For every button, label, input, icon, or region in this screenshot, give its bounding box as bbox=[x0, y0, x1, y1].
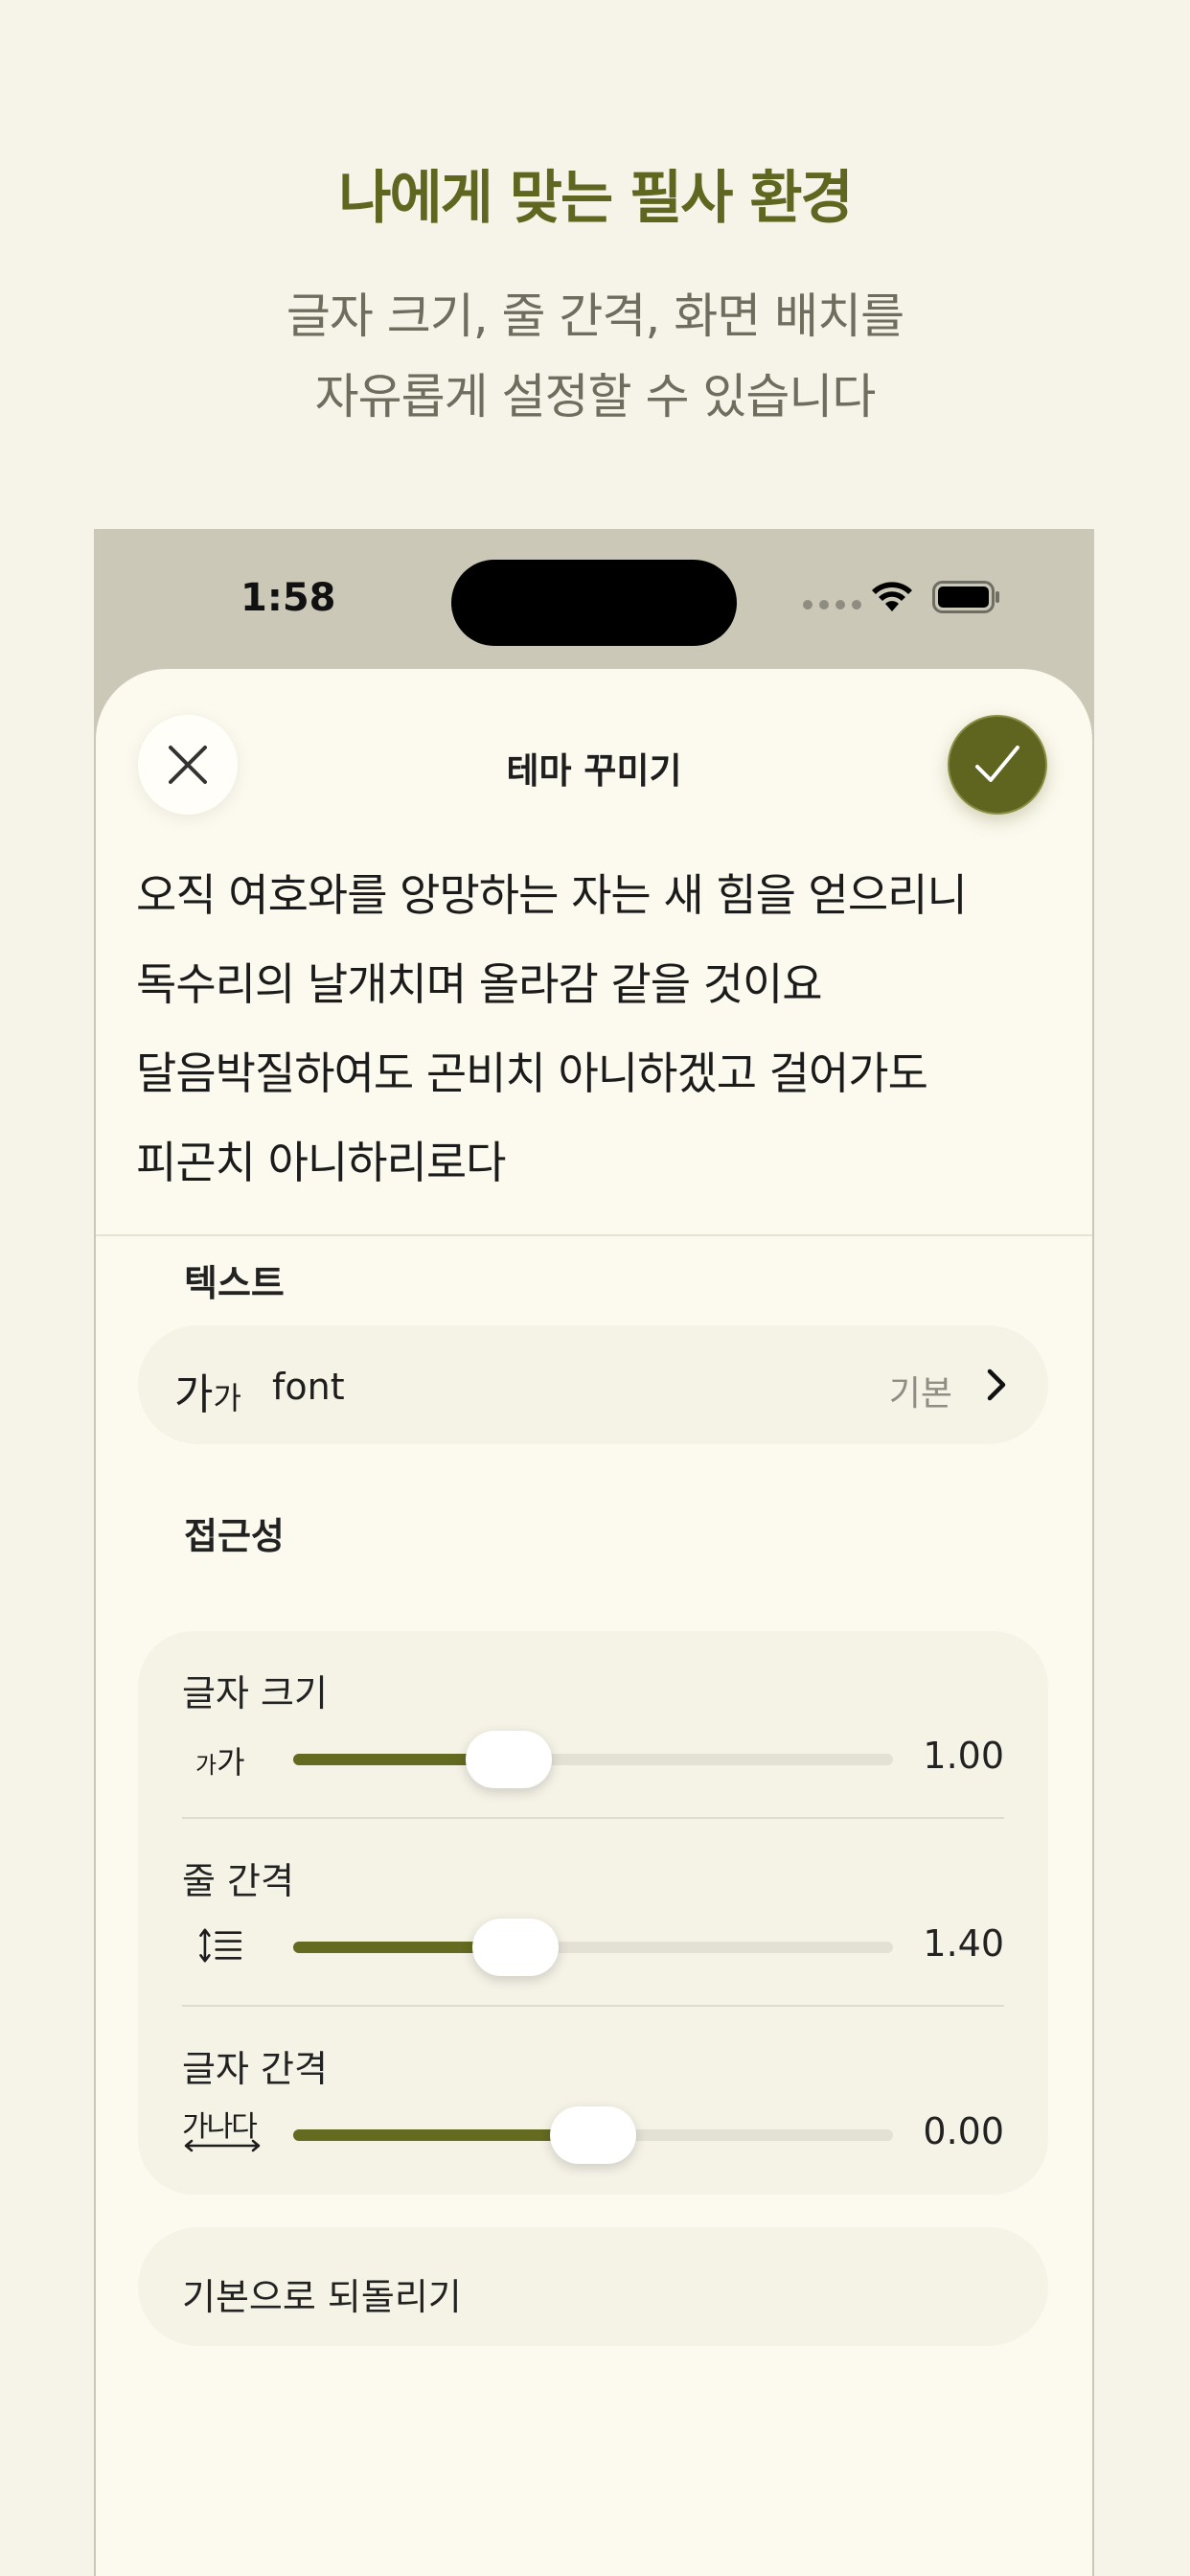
promo-title: 나에게 맞는 필사 환경 bbox=[338, 165, 853, 232]
reset-label: 기본으로 되돌리기 bbox=[182, 2276, 462, 2318]
slider-label: 글자 크기 bbox=[182, 1672, 328, 1714]
signal-dots-icon bbox=[803, 600, 861, 610]
theme-sheet: 테마 꾸미기 오직 여호와를 앙망하는 자는 새 힘을 얻으리니 독수리의 날개… bbox=[96, 669, 1092, 2576]
preview-line: 달음박질하여도 곤비치 아니하겠고 걸어가도 bbox=[136, 1047, 928, 1099]
line-spacing-icon bbox=[199, 1928, 242, 1963]
slider-thumb[interactable] bbox=[550, 2106, 636, 2164]
confirm-button[interactable] bbox=[948, 715, 1047, 815]
slider-font-size: 글자 크기 가가 1.00 bbox=[182, 1631, 1004, 1819]
divider bbox=[96, 1234, 1092, 1236]
dynamic-island bbox=[451, 560, 737, 646]
promo-subtitle-line2: 자유롭게 설정할 수 있습니다 bbox=[314, 369, 877, 425]
section-label-accessibility: 접근성 bbox=[184, 1515, 285, 1557]
sheet-title: 테마 꾸미기 bbox=[506, 750, 682, 792]
reset-defaults-button[interactable]: 기본으로 되돌리기 bbox=[138, 2227, 1048, 2346]
slider-label: 줄 간격 bbox=[182, 1860, 294, 1902]
preview-line: 피곤치 아니하리로다 bbox=[136, 1137, 507, 1188]
slider-value: 1.00 bbox=[923, 1735, 1004, 1777]
letter-spacing-slider[interactable] bbox=[293, 2106, 893, 2164]
status-icons bbox=[803, 579, 1014, 617]
promo-subtitle-line1: 글자 크기, 줄 간격, 화면 배치를 bbox=[286, 288, 904, 344]
status-time: 1:58 bbox=[240, 576, 336, 620]
font-select-button[interactable]: 가가 font 기본 bbox=[138, 1325, 1048, 1444]
checkmark-icon bbox=[975, 746, 1019, 782]
font-size-icon: 가가 bbox=[195, 1744, 245, 1781]
letter-spacing-icon: 가나다 bbox=[182, 2103, 263, 2152]
font-size-slider[interactable] bbox=[293, 1731, 893, 1788]
chevron-right-icon bbox=[987, 1368, 1006, 1401]
wifi-icon bbox=[872, 582, 912, 611]
preview-line: 독수리의 날개치며 올라감 같을 것이요 bbox=[136, 958, 823, 1010]
promo-subtitle: 글자 크기, 줄 간격, 화면 배치를 자유롭게 설정할 수 있습니다 bbox=[0, 276, 1190, 437]
slider-value: 0.00 bbox=[923, 2110, 1004, 2152]
slider-letter-spacing: 글자 간격 가나다 0.00 bbox=[182, 2007, 1004, 2195]
preview-line: 오직 여호와를 앙망하는 자는 새 힘을 얻으리니 bbox=[136, 869, 968, 921]
slider-line-spacing: 줄 간격 1.40 bbox=[182, 1819, 1004, 2007]
slider-label: 글자 간격 bbox=[182, 2048, 328, 2090]
font-icon: 가가 bbox=[174, 1370, 241, 1419]
slider-thumb[interactable] bbox=[466, 1731, 553, 1788]
slider-thumb[interactable] bbox=[471, 1919, 559, 1976]
preview-text: 오직 여호와를 앙망하는 자는 새 힘을 얻으리니 독수리의 날개치며 올라감 … bbox=[136, 851, 1056, 1208]
accessibility-card: 글자 크기 가가 1.00 줄 간격 1.40 글자 간격 가나다 0.00 bbox=[138, 1631, 1048, 2195]
slider-value: 1.40 bbox=[923, 1922, 1004, 1965]
section-label-text: 텍스트 bbox=[184, 1262, 285, 1304]
font-current-value: 기본 bbox=[888, 1374, 952, 1414]
font-label: font bbox=[272, 1366, 345, 1408]
battery-icon bbox=[932, 581, 999, 613]
line-spacing-slider[interactable] bbox=[293, 1919, 893, 1976]
phone-screen: 1:58 테마 꾸미기 오직 여호와를 앙망하는 자는 새 힘을 얻으리니 독수… bbox=[94, 529, 1094, 2576]
